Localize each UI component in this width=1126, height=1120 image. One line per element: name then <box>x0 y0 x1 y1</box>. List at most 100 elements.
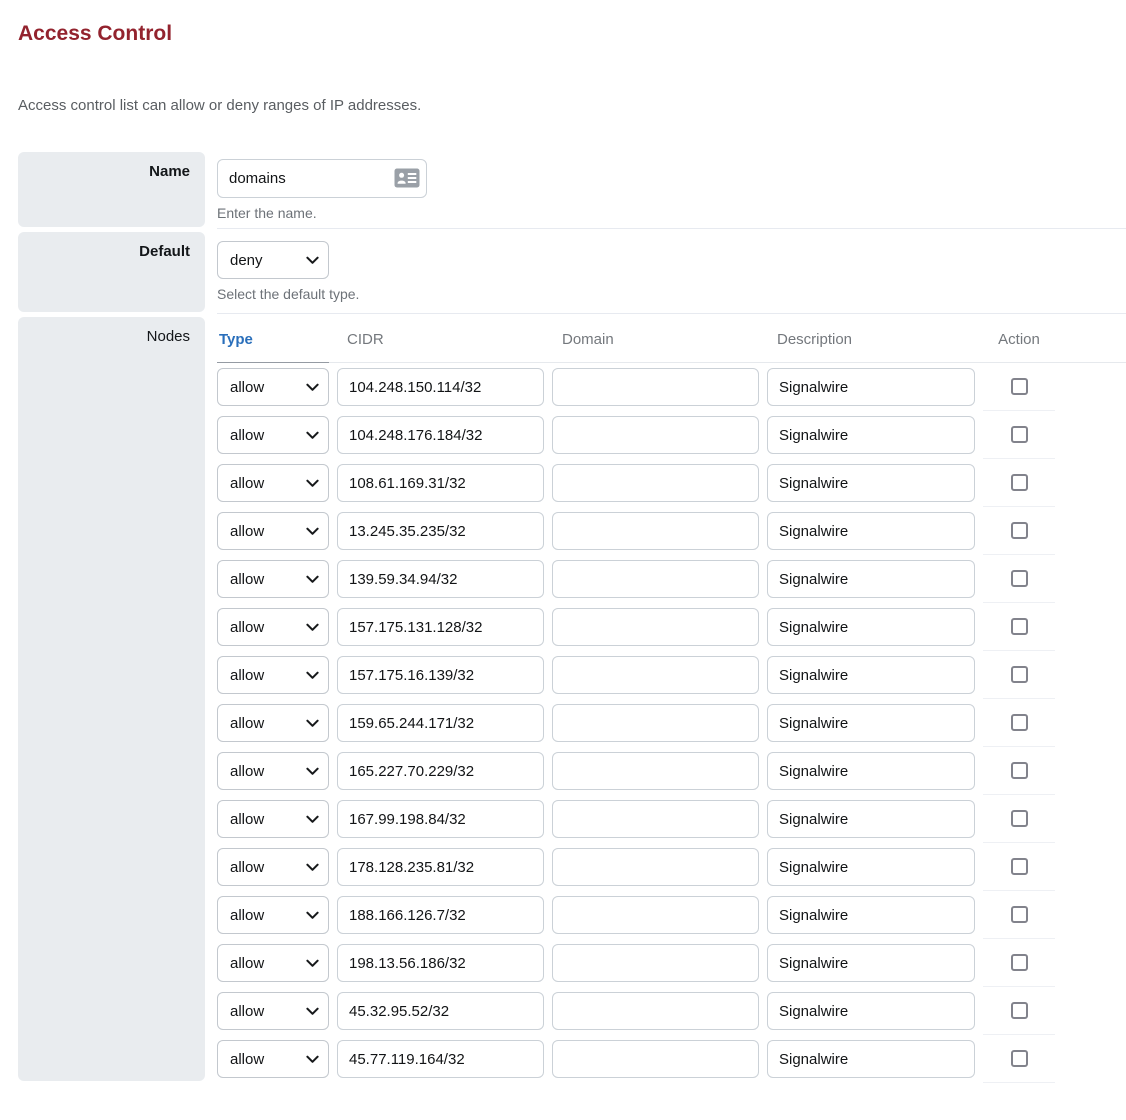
node-delete-checkbox[interactable] <box>1011 714 1028 731</box>
node-domain-cell <box>552 699 759 747</box>
node-delete-checkbox[interactable] <box>1011 906 1028 923</box>
node-description-input[interactable] <box>767 848 975 886</box>
node-delete-checkbox[interactable] <box>1011 954 1028 971</box>
node-type-select[interactable]: allow <box>217 560 329 598</box>
node-domain-input[interactable] <box>552 992 759 1030</box>
node-description-input[interactable] <box>767 992 975 1030</box>
node-action-cell <box>983 651 1055 699</box>
node-domain-input[interactable] <box>552 656 759 694</box>
node-domain-input[interactable] <box>552 896 759 934</box>
node-type-select[interactable]: allow <box>217 800 329 838</box>
address-card-icon[interactable] <box>394 168 420 188</box>
node-type-select[interactable]: allow <box>217 512 329 550</box>
node-type-select[interactable]: allow <box>217 368 329 406</box>
node-delete-checkbox[interactable] <box>1011 762 1028 779</box>
node-delete-checkbox[interactable] <box>1011 666 1028 683</box>
node-type-select[interactable]: allow <box>217 1040 329 1078</box>
node-type-select[interactable]: allow <box>217 752 329 790</box>
node-domain-input[interactable] <box>552 464 759 502</box>
node-cidr-input[interactable] <box>337 560 544 598</box>
node-cidr-input[interactable] <box>337 608 544 646</box>
node-type-select[interactable]: allow <box>217 464 329 502</box>
node-domain-input[interactable] <box>552 416 759 454</box>
node-action-cell <box>983 795 1055 843</box>
node-action-cell <box>983 699 1055 747</box>
node-description-input[interactable] <box>767 608 975 646</box>
node-cidr-cell <box>337 459 544 507</box>
node-action-cell <box>983 987 1055 1035</box>
node-type-cell: allow <box>217 1035 329 1083</box>
node-type-select-wrap: allow <box>217 992 329 1030</box>
node-delete-checkbox[interactable] <box>1011 618 1028 635</box>
node-type-select[interactable]: allow <box>217 848 329 886</box>
node-delete-checkbox[interactable] <box>1011 1002 1028 1019</box>
node-type-select[interactable]: allow <box>217 992 329 1030</box>
node-delete-checkbox[interactable] <box>1011 474 1028 491</box>
node-cidr-input[interactable] <box>337 464 544 502</box>
node-domain-input[interactable] <box>552 848 759 886</box>
node-row: allow <box>217 1035 1126 1083</box>
node-description-input[interactable] <box>767 1040 975 1078</box>
node-description-input[interactable] <box>767 944 975 982</box>
node-cidr-input[interactable] <box>337 656 544 694</box>
node-description-input[interactable] <box>767 800 975 838</box>
node-description-input[interactable] <box>767 704 975 742</box>
node-type-cell: allow <box>217 699 329 747</box>
node-domain-cell <box>552 939 759 987</box>
node-delete-checkbox[interactable] <box>1011 378 1028 395</box>
node-domain-input[interactable] <box>552 608 759 646</box>
node-domain-input[interactable] <box>552 704 759 742</box>
node-action-cell <box>983 603 1055 651</box>
node-type-select-wrap: allow <box>217 416 329 454</box>
node-type-select[interactable]: allow <box>217 944 329 982</box>
node-type-cell: allow <box>217 891 329 939</box>
node-delete-checkbox[interactable] <box>1011 810 1028 827</box>
node-cidr-cell <box>337 651 544 699</box>
node-cidr-input[interactable] <box>337 800 544 838</box>
node-description-input[interactable] <box>767 752 975 790</box>
node-description-input[interactable] <box>767 560 975 598</box>
node-domain-input[interactable] <box>552 1040 759 1078</box>
node-cidr-input[interactable] <box>337 1040 544 1078</box>
node-cidr-input[interactable] <box>337 512 544 550</box>
node-domain-cell <box>552 795 759 843</box>
node-description-input[interactable] <box>767 464 975 502</box>
node-description-input[interactable] <box>767 512 975 550</box>
node-description-input[interactable] <box>767 416 975 454</box>
column-header-action: Action <box>983 330 1055 349</box>
node-domain-input[interactable] <box>552 800 759 838</box>
node-delete-checkbox[interactable] <box>1011 426 1028 443</box>
node-cidr-input[interactable] <box>337 896 544 934</box>
node-description-input[interactable] <box>767 656 975 694</box>
node-delete-checkbox[interactable] <box>1011 858 1028 875</box>
node-cidr-input[interactable] <box>337 752 544 790</box>
page-title: Access Control <box>18 22 1126 46</box>
column-header-type[interactable]: Type <box>217 330 329 349</box>
node-description-input[interactable] <box>767 896 975 934</box>
node-domain-input[interactable] <box>552 752 759 790</box>
node-cidr-input[interactable] <box>337 944 544 982</box>
node-domain-input[interactable] <box>552 560 759 598</box>
node-cidr-input[interactable] <box>337 368 544 406</box>
node-cidr-input[interactable] <box>337 848 544 886</box>
node-cidr-input[interactable] <box>337 416 544 454</box>
node-cidr-input[interactable] <box>337 992 544 1030</box>
node-cidr-cell <box>337 507 544 555</box>
node-row: allow <box>217 555 1126 603</box>
node-delete-checkbox[interactable] <box>1011 1050 1028 1067</box>
node-domain-cell <box>552 987 759 1035</box>
node-row: allow <box>217 795 1126 843</box>
node-domain-input[interactable] <box>552 944 759 982</box>
node-cidr-input[interactable] <box>337 704 544 742</box>
node-type-select[interactable]: allow <box>217 704 329 742</box>
default-select[interactable]: deny <box>217 241 329 279</box>
node-delete-checkbox[interactable] <box>1011 570 1028 587</box>
node-type-select[interactable]: allow <box>217 608 329 646</box>
node-type-select[interactable]: allow <box>217 416 329 454</box>
node-delete-checkbox[interactable] <box>1011 522 1028 539</box>
node-type-select[interactable]: allow <box>217 656 329 694</box>
node-domain-input[interactable] <box>552 512 759 550</box>
node-description-input[interactable] <box>767 368 975 406</box>
node-domain-input[interactable] <box>552 368 759 406</box>
node-type-select[interactable]: allow <box>217 896 329 934</box>
